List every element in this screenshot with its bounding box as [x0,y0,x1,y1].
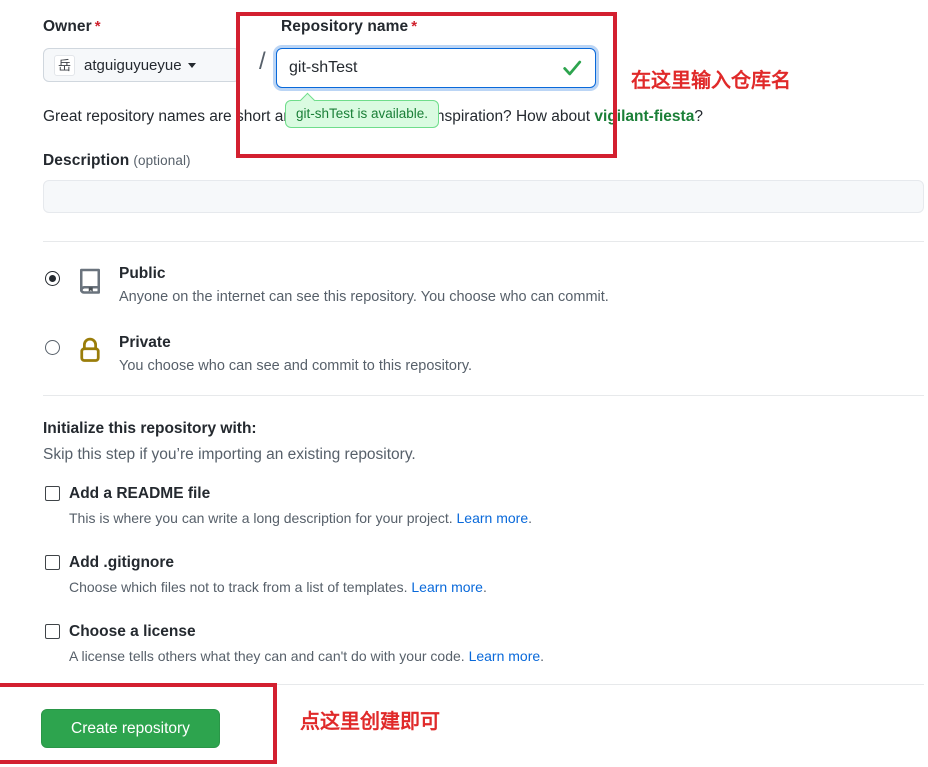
owner-name-separator: / [259,48,266,75]
owner-label-text: Owner [43,18,92,35]
initialize-readme-desc-suffix: . [528,510,532,527]
checkbox-readme[interactable] [45,486,60,501]
description-label-text: Description [43,152,130,169]
suggested-name-link[interactable]: vigilant-fiesta [594,108,694,125]
visibility-public-title: Public [119,265,166,282]
visibility-private-description: You choose who can see and commit to thi… [119,357,473,374]
repository-name-input[interactable]: git-shTest [276,48,596,88]
initialize-gitignore-description-text: Choose which files not to track from a l… [69,579,412,596]
initialize-license-description: A license tells others what they can and… [69,647,544,667]
initialize-gitignore-description: Choose which files not to track from a l… [69,578,487,598]
initialize-option-readme[interactable]: Add a README file This is where you can … [43,484,532,529]
initialize-license-body: Choose a license A license tells others … [69,622,544,667]
avatar: 岳 [54,54,75,76]
repository-name-required-asterisk: * [411,18,418,35]
initialize-gitignore-body: Add .gitignore Choose which files not to… [69,553,487,598]
owner-field: Owner * 岳 atguiguyueyue [43,18,253,82]
repository-name-field: Repository name * [281,18,611,36]
annotation-create-button: 点这里创建即可 [300,711,440,733]
initialize-readme-title: Add a README file [69,485,211,502]
owner-name-text: atguiguyueyue [84,56,182,74]
repository-name-input-wrapper: git-shTest [276,48,596,88]
radio-private[interactable] [45,340,60,355]
visibility-public-body: Public Anyone on the internet can see th… [119,264,609,307]
description-label: Description (optional) [43,152,924,170]
learn-more-link-gitignore[interactable]: Learn more [411,579,483,595]
availability-tooltip: git-shTest is available. [285,100,440,128]
visibility-option-private[interactable]: Private You choose who can see and commi… [43,333,472,376]
repository-name-label: Repository name * [281,18,611,36]
owner-label: Owner * [43,18,253,36]
repository-name-value: git-shTest [289,59,358,76]
radio-public[interactable] [45,271,60,286]
visibility-public-description: Anyone on the internet can see this repo… [119,288,609,305]
new-repository-form: Owner * 岳 atguiguyueyue Repository name * … [0,0,928,767]
initialize-heading: Initialize this repository with: [43,420,257,437]
description-field: Description (optional) [43,152,924,213]
learn-more-link-license[interactable]: Learn more [469,648,541,664]
repository-name-label-text: Repository name [281,18,409,35]
visibility-private-body: Private You choose who can see and commi… [119,333,472,376]
initialize-option-license[interactable]: Choose a license A license tells others … [43,622,544,667]
initialize-license-description-text: A license tells others what they can and… [69,648,469,665]
initialize-option-gitignore[interactable]: Add .gitignore Choose which files not to… [43,553,487,598]
check-icon [563,60,582,76]
owner-required-asterisk: * [94,18,101,35]
initialize-license-title: Choose a license [69,623,196,640]
initialize-readme-body: Add a README file This is where you can … [69,484,532,529]
annotation-repository-name: 在这里输入仓库名 [631,70,791,92]
initialize-gitignore-title: Add .gitignore [69,554,175,571]
description-input[interactable] [43,180,924,213]
checkbox-gitignore[interactable] [45,555,60,570]
create-repository-button[interactable]: Create repository [41,709,220,748]
divider [43,684,924,685]
divider [43,241,924,242]
initialize-readme-description: This is where you can write a long descr… [69,509,532,529]
repo-book-icon [80,268,100,294]
description-optional-text: (optional) [133,153,191,168]
lock-icon [80,337,100,362]
divider [43,395,924,396]
visibility-private-title: Private [119,334,171,351]
hint-suffix: ? [694,108,703,125]
checkbox-license[interactable] [45,624,60,639]
chevron-down-icon [187,62,196,68]
initialize-subheading: Skip this step if you’re importing an ex… [43,446,416,463]
initialize-license-desc-suffix: . [540,648,545,665]
owner-select-dropdown[interactable]: 岳 atguiguyueyue [43,48,240,82]
initialize-gitignore-desc-suffix: . [482,579,487,596]
initialize-readme-description-text: This is where you can write a long descr… [69,510,457,527]
learn-more-link-readme[interactable]: Learn more [457,510,529,526]
visibility-option-public[interactable]: Public Anyone on the internet can see th… [43,264,609,307]
